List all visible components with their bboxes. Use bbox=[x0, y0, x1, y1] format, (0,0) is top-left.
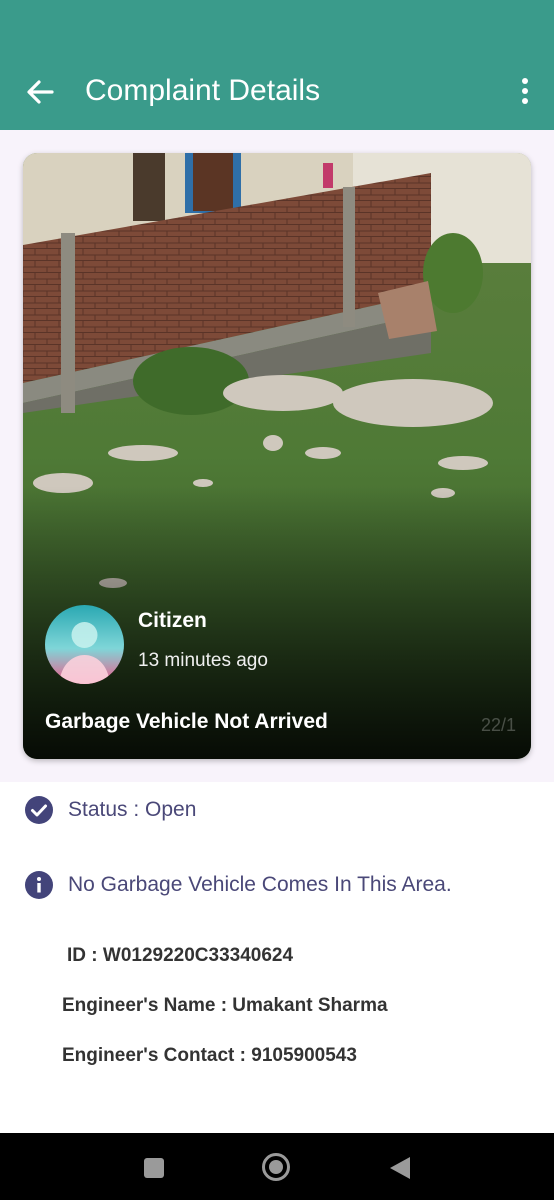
complaint-card[interactable]: Citizen 13 minutes ago Garbage Vehicle N… bbox=[23, 153, 531, 759]
page-title: Complaint Details bbox=[85, 74, 321, 107]
system-nav-bar bbox=[0, 1133, 554, 1200]
description-row: No Garbage Vehicle Comes In This Area. bbox=[25, 871, 452, 899]
complaint-id: ID : W0129220C33340624 bbox=[67, 945, 294, 966]
arrow-back-icon[interactable] bbox=[24, 76, 56, 108]
engineer-contact[interactable]: Engineer's Contact : 9105900543 bbox=[62, 1045, 357, 1067]
info-icon bbox=[25, 871, 53, 899]
more-vert-icon[interactable] bbox=[514, 76, 536, 106]
timestamp: 13 minutes ago bbox=[138, 650, 268, 671]
complaint-title: Garbage Vehicle Not Arrived bbox=[45, 710, 328, 733]
triangle-back-icon[interactable] bbox=[388, 1155, 412, 1181]
square-icon[interactable] bbox=[143, 1157, 165, 1179]
photo-date-stamp: 22/1 bbox=[481, 715, 517, 735]
description-text: No Garbage Vehicle Comes In This Area. bbox=[68, 873, 452, 896]
author-name: Citizen bbox=[138, 609, 207, 632]
status-row: Status : Open bbox=[25, 796, 196, 824]
user-avatar-icon bbox=[45, 605, 124, 684]
avatar bbox=[45, 605, 124, 684]
home-circle-icon[interactable] bbox=[261, 1152, 291, 1182]
status-text: Status : Open bbox=[68, 798, 197, 821]
check-circle-icon bbox=[25, 796, 53, 824]
app-bar: Complaint Details bbox=[0, 0, 554, 130]
engineer-name: Engineer's Name : Umakant Sharma bbox=[62, 995, 388, 1016]
